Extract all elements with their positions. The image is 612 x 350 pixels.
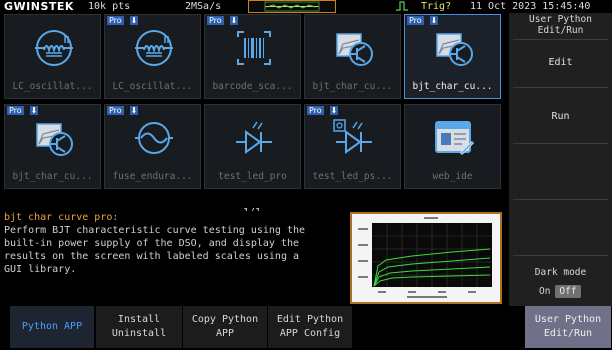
dark-mode-label: Dark mode	[534, 267, 587, 278]
app-name: LC_oscillat...	[12, 81, 93, 92]
soft-key-bar: Python APP Install Uninstall Copy Python…	[0, 306, 612, 350]
record-length: 10k pts	[88, 1, 131, 12]
trigger-edge-icon	[396, 1, 408, 11]
side-menu-title-line1: User Python	[529, 14, 592, 25]
app-name: bjt_char_cu...	[312, 81, 393, 92]
divider	[513, 87, 608, 88]
trigger-status: Trig?	[421, 1, 452, 12]
install-key-line1: Install	[117, 314, 161, 325]
app-tile[interactable]: Pro ⬇ fuse_endura...	[104, 104, 201, 189]
side-menu: User Python Edit/Run Edit Run Dark mode …	[509, 13, 612, 309]
run-button[interactable]: Run	[509, 111, 612, 122]
app-tile[interactable]: Pro ⬇ bjt_char_cu...	[4, 104, 101, 189]
pro-badge: Pro	[307, 106, 324, 115]
sample-rate: 2MSa/s	[185, 1, 222, 12]
user-key-line1: User Python	[534, 314, 602, 325]
app-tile[interactable]: test_led_pro	[204, 104, 301, 189]
waveform-overview	[248, 0, 336, 13]
app-tile[interactable]: Pro ⬇ LC_oscillat...	[104, 14, 201, 99]
pro-badge: Pro	[7, 106, 24, 115]
dark-mode-on-option[interactable]: On	[539, 286, 550, 297]
edit-config-key-line1: Edit Python	[276, 314, 344, 325]
download-icon: ⬇	[130, 16, 138, 25]
copy-key-line2: APP	[215, 328, 235, 339]
app-tile[interactable]: Pro ⬇ barcode_sca...	[204, 14, 301, 99]
status-bar: GWINSTEK 10k pts 2MSa/s Trig? 11 Oct 202…	[0, 0, 612, 13]
app-description-panel: bjt char curve pro: Perform BJT characte…	[0, 211, 508, 306]
app-tile[interactable]: bjt_char_cu...	[304, 14, 401, 99]
pro-badge: Pro	[107, 106, 124, 115]
app-tile[interactable]: web_ide	[404, 104, 501, 189]
app-grid: LC_oscillat... Pro ⬇ LC_oscillat... Pro ⬇ ba…	[0, 13, 508, 218]
app-description-title: bjt char curve pro:	[4, 212, 119, 223]
pro-badge: Pro	[107, 16, 124, 25]
app-name: web_ide	[432, 171, 473, 182]
app-name: bjt_char_cu...	[12, 171, 93, 182]
side-menu-title-line2: Edit/Run	[537, 25, 584, 36]
date-time: 11 Oct 2023 15:45:40	[470, 1, 591, 12]
python-app-key-label: Python APP	[21, 321, 83, 332]
app-description-text: Perform BJT characteristic curve testing…	[4, 225, 306, 275]
app-tile[interactable]: LC_oscillat...	[4, 14, 101, 99]
user-python-edit-run-key[interactable]: User Python Edit/Run	[525, 306, 611, 348]
dark-mode-off-option[interactable]: Off	[555, 285, 581, 298]
app-name: barcode_sca...	[212, 81, 293, 92]
app-name: test_led_ps...	[312, 171, 393, 182]
app-name: bjt_char_cu...	[412, 81, 493, 92]
pro-badge: Pro	[407, 16, 424, 25]
app-name: test_led_pro	[218, 171, 287, 182]
download-icon: ⬇	[130, 106, 138, 115]
edit-config-key-line2: APP Config	[279, 328, 341, 339]
app-tile[interactable]: Pro ⬇ bjt_char_cu...	[404, 14, 501, 99]
divider	[513, 255, 608, 256]
install-uninstall-key[interactable]: Install Uninstall	[96, 306, 182, 348]
download-icon: ⬇	[430, 16, 438, 25]
install-key-line2: Uninstall	[111, 328, 167, 339]
side-menu-title: User Python Edit/Run	[509, 13, 612, 38]
download-icon: ⬇	[230, 16, 238, 25]
app-preview-image	[350, 212, 502, 304]
copy-key-line1: Copy Python	[191, 314, 259, 325]
user-key-line2: Edit/Run	[543, 328, 593, 339]
download-icon: ⬇	[30, 106, 38, 115]
app-tile[interactable]: Pro ⬇ test_led_ps...	[304, 104, 401, 189]
python-app-key[interactable]: Python APP	[10, 306, 94, 348]
edit-button[interactable]: Edit	[509, 57, 612, 68]
pro-badge: Pro	[207, 16, 224, 25]
copy-python-app-key[interactable]: Copy Python APP	[183, 306, 267, 348]
app-name: LC_oscillat...	[112, 81, 193, 92]
divider	[513, 39, 608, 40]
divider	[513, 143, 608, 144]
download-icon: ⬇	[330, 106, 338, 115]
app-name: fuse_endura...	[112, 171, 193, 182]
brand-logo: GWINSTEK	[4, 0, 74, 13]
edit-python-app-config-key[interactable]: Edit Python APP Config	[268, 306, 352, 348]
divider	[513, 199, 608, 200]
